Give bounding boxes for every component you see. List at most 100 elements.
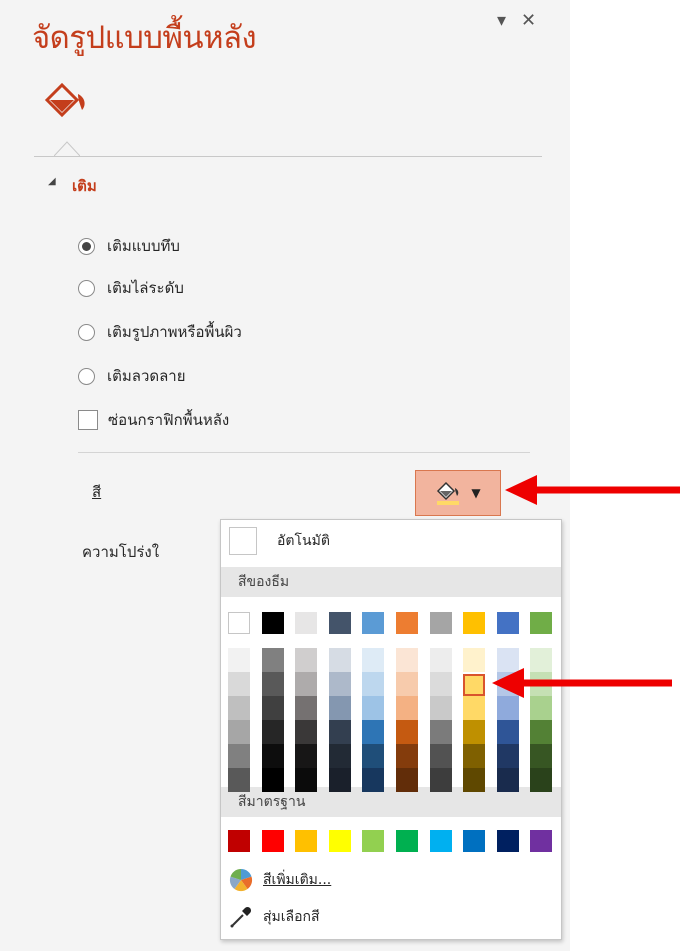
theme-color-tint-swatch[interactable]: [362, 744, 385, 768]
theme-color-tint-swatch[interactable]: [463, 744, 486, 768]
theme-color-tint-swatch[interactable]: [429, 648, 452, 672]
theme-color-tint-swatch[interactable]: [261, 744, 284, 768]
radio-picture-texture-fill[interactable]: เติมรูปภาพหรือพื้นผิว: [78, 320, 242, 344]
theme-color-swatch[interactable]: [328, 612, 351, 634]
theme-color-tint-swatch[interactable]: [463, 674, 486, 696]
theme-color-tint-swatch[interactable]: [530, 768, 553, 792]
standard-color-swatch[interactable]: [396, 830, 418, 852]
theme-color-tint-swatch[interactable]: [261, 696, 284, 720]
radio-gradient-fill[interactable]: เติมไล่ระดับ: [78, 276, 184, 300]
theme-color-swatch[interactable]: [496, 612, 519, 634]
standard-color-swatch[interactable]: [530, 830, 553, 852]
standard-color-swatch[interactable]: [228, 830, 250, 852]
theme-color-swatch[interactable]: [228, 612, 250, 634]
theme-color-swatch[interactable]: [295, 612, 318, 634]
theme-color-tint-swatch[interactable]: [261, 768, 284, 792]
theme-color-tint-swatch[interactable]: [328, 744, 351, 768]
fill-section-header[interactable]: เติม: [72, 174, 97, 198]
standard-color-swatch[interactable]: [463, 830, 486, 852]
theme-color-tint-swatch[interactable]: [228, 768, 250, 792]
theme-color-tint-swatch[interactable]: [463, 768, 486, 792]
radio-solid-fill[interactable]: เติมแบบทึบ: [78, 234, 180, 258]
theme-color-tint-swatch[interactable]: [530, 720, 553, 744]
theme-color-swatch[interactable]: [362, 612, 385, 634]
standard-color-swatch[interactable]: [496, 830, 519, 852]
theme-color-tint-swatch[interactable]: [463, 720, 486, 744]
theme-color-tint-swatch[interactable]: [396, 648, 418, 672]
theme-color-tint-swatch[interactable]: [228, 648, 250, 672]
fill-color-button[interactable]: ▼: [415, 470, 501, 516]
theme-color-swatch[interactable]: [530, 612, 553, 634]
theme-color-tint-swatch[interactable]: [429, 720, 452, 744]
theme-color-tint-swatch[interactable]: [396, 696, 418, 720]
theme-color-tint-swatch[interactable]: [228, 672, 250, 696]
more-colors-option[interactable]: สีเพิ่มเติม...: [229, 868, 331, 892]
theme-color-tint-swatch[interactable]: [295, 648, 318, 672]
theme-color-swatch[interactable]: [463, 612, 486, 634]
theme-colors-header: สีของธีม: [221, 567, 561, 597]
standard-color-swatch[interactable]: [295, 830, 318, 852]
theme-color-tint-swatch[interactable]: [228, 744, 250, 768]
theme-color-tint-swatch[interactable]: [396, 768, 418, 792]
theme-color-tint-swatch[interactable]: [396, 672, 418, 696]
option-label: ซ่อนกราฟิกพื้นหลัง: [108, 411, 230, 429]
theme-color-swatch[interactable]: [396, 612, 418, 634]
theme-color-tint-swatch[interactable]: [362, 672, 385, 696]
theme-color-tint-swatch[interactable]: [396, 744, 418, 768]
close-icon[interactable]: ✕: [521, 10, 536, 31]
theme-color-tint-swatch[interactable]: [295, 720, 318, 744]
theme-color-tint-swatch[interactable]: [295, 744, 318, 768]
red-arrow-icon: [492, 668, 672, 698]
automatic-swatch: [229, 527, 257, 555]
theme-color-tint-swatch[interactable]: [295, 768, 318, 792]
theme-color-tint-swatch[interactable]: [362, 720, 385, 744]
standard-color-swatch[interactable]: [261, 830, 284, 852]
collapse-triangle-icon[interactable]: ◢: [48, 176, 56, 187]
hide-background-graphics-checkbox[interactable]: ซ่อนกราฟิกพื้นหลัง: [78, 408, 229, 432]
theme-color-tint-swatch[interactable]: [328, 696, 351, 720]
theme-color-tint-swatch[interactable]: [429, 696, 452, 720]
radio-button-selected[interactable]: [78, 237, 95, 255]
chevron-down-icon[interactable]: ▾: [497, 10, 506, 31]
standard-color-swatch[interactable]: [328, 830, 351, 852]
theme-color-tint-swatch[interactable]: [228, 720, 250, 744]
theme-color-tint-swatch[interactable]: [429, 672, 452, 696]
standard-color-swatch[interactable]: [429, 830, 452, 852]
automatic-label: อัตโนมัติ: [277, 533, 330, 549]
theme-color-tint-swatch[interactable]: [496, 768, 519, 792]
theme-color-tint-swatch[interactable]: [261, 672, 284, 696]
theme-color-tint-swatch[interactable]: [362, 768, 385, 792]
theme-color-tint-swatch[interactable]: [328, 648, 351, 672]
radio-button[interactable]: [78, 279, 95, 297]
color-picker-dropdown: อัตโนมัติ สีของธีม สีมาตรฐาน สีเพิ่มเติม…: [220, 519, 562, 940]
radio-button[interactable]: [78, 367, 95, 385]
radio-button[interactable]: [78, 323, 95, 341]
eyedropper-option[interactable]: สุ่มเลือกสี: [229, 905, 320, 929]
theme-color-tint-swatch[interactable]: [496, 720, 519, 744]
theme-color-tint-swatch[interactable]: [295, 672, 318, 696]
theme-color-swatch[interactable]: [429, 612, 452, 634]
theme-color-tint-swatch[interactable]: [362, 648, 385, 672]
automatic-color-option[interactable]: อัตโนมัติ: [221, 520, 561, 562]
checkbox[interactable]: [78, 410, 98, 430]
theme-color-tint-swatch[interactable]: [328, 672, 351, 696]
theme-color-tint-swatch[interactable]: [429, 768, 452, 792]
paint-bucket-icon[interactable]: [42, 80, 92, 120]
standard-color-swatch[interactable]: [362, 830, 385, 852]
theme-color-tint-swatch[interactable]: [496, 744, 519, 768]
theme-color-tint-swatch[interactable]: [463, 696, 486, 720]
theme-color-tint-swatch[interactable]: [228, 696, 250, 720]
theme-color-tint-swatch[interactable]: [362, 696, 385, 720]
theme-color-tint-swatch[interactable]: [396, 720, 418, 744]
theme-color-tint-swatch[interactable]: [530, 744, 553, 768]
theme-color-tint-swatch[interactable]: [463, 648, 486, 672]
theme-color-tint-swatch[interactable]: [295, 696, 318, 720]
theme-color-tint-swatch[interactable]: [261, 648, 284, 672]
radio-pattern-fill[interactable]: เติมลวดลาย: [78, 364, 186, 388]
theme-color-tint-swatch[interactable]: [429, 744, 452, 768]
theme-color-swatch[interactable]: [261, 612, 284, 634]
option-label: เติมลวดลาย: [107, 367, 186, 385]
theme-color-tint-swatch[interactable]: [328, 768, 351, 792]
theme-color-tint-swatch[interactable]: [261, 720, 284, 744]
theme-color-tint-swatch[interactable]: [328, 720, 351, 744]
